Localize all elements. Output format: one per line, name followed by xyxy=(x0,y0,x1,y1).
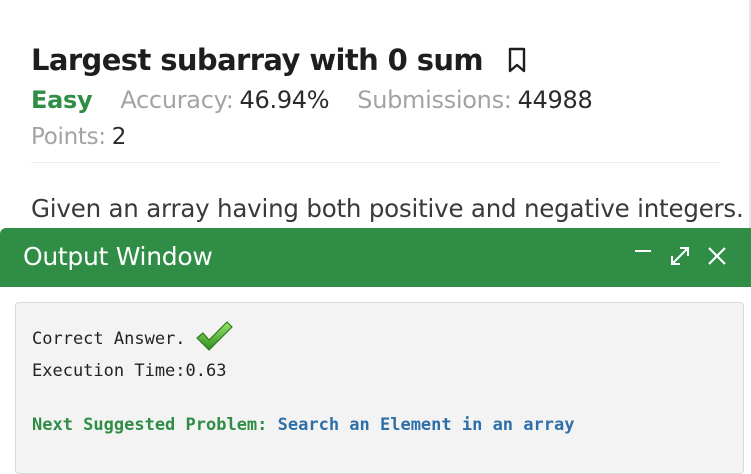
submissions-label: Submissions: xyxy=(357,86,512,114)
next-problem-link[interactable]: Search an Element in an array xyxy=(278,415,575,435)
submissions-value: 44988 xyxy=(517,86,593,114)
output-console: Correct Answer. Execution Time:0.63 Next… xyxy=(15,302,744,474)
output-window: Output Window Correct Answer. Execution … xyxy=(0,228,751,474)
next-suggested-label: Next Suggested Problem: xyxy=(32,415,278,435)
points-value: 2 xyxy=(111,124,127,150)
result-text: Correct Answer. xyxy=(32,329,186,349)
problem-meta: Easy Accuracy: 46.94% Submissions: 44988 xyxy=(31,80,721,120)
problem-title: Largest subarray with 0 sum xyxy=(31,43,484,77)
next-suggestion: Next Suggested Problem: Search an Elemen… xyxy=(32,415,574,435)
points-row: Points: 2 xyxy=(31,120,721,154)
minimize-icon[interactable] xyxy=(630,240,656,266)
output-window-title: Output Window xyxy=(23,242,213,271)
points-label: Points: xyxy=(31,124,106,150)
execution-time: Execution Time:0.63 xyxy=(32,361,227,381)
expand-icon[interactable] xyxy=(667,242,693,270)
accuracy-value: 46.94% xyxy=(239,86,330,114)
result-line: Correct Answer. xyxy=(32,321,234,353)
output-window-header[interactable]: Output Window xyxy=(0,228,751,287)
title-row: Largest subarray with 0 sum xyxy=(31,38,721,82)
bookmark-icon[interactable] xyxy=(507,47,527,73)
problem-header: Largest subarray with 0 sum Easy Accurac… xyxy=(31,38,721,154)
difficulty-badge: Easy xyxy=(31,86,93,114)
accuracy-label: Accuracy: xyxy=(120,86,234,114)
checkmark-icon xyxy=(194,319,234,353)
problem-statement: Given an array having both positive and … xyxy=(31,194,744,223)
close-icon[interactable] xyxy=(703,242,731,270)
header-divider xyxy=(31,162,719,163)
